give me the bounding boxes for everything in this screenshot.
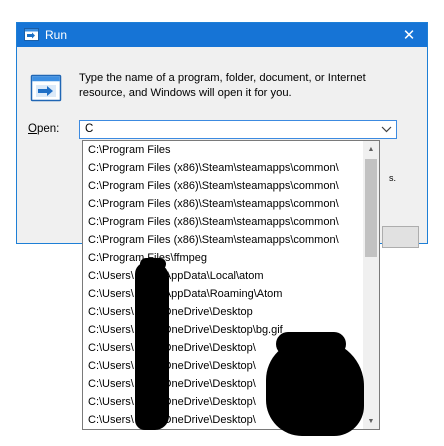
item-suffix: AppData\Local\atom: [163, 270, 264, 282]
item-suffix: AppData\Roaming\Atom: [163, 288, 283, 300]
partially-hidden-button[interactable]: [382, 226, 419, 248]
item-path: C:\Users\: [88, 270, 134, 282]
item-path: C:\Users\: [88, 306, 134, 318]
open-label: Open:: [28, 123, 59, 135]
item-path: C:\Users\: [88, 360, 134, 372]
item-suffix: \OneDrive\Desktop\bg.gif: [159, 324, 283, 336]
open-label-text: pen:: [36, 123, 60, 135]
open-combobox[interactable]: C: [79, 120, 397, 139]
item-path: C:\Users\: [88, 342, 134, 354]
item-path: C:\Users\: [88, 324, 134, 336]
redaction-mark-filenames-2: [276, 332, 346, 356]
run-program-icon: [30, 72, 62, 104]
list-item[interactable]: C:\Program Files (x86)\Steam\steamapps\c…: [83, 213, 364, 231]
scrollbar-thumb[interactable]: [365, 159, 377, 257]
item-path: C:\Program Files (x86)\Steam\steamapps\c…: [88, 180, 339, 192]
item-path: C:\Program Files (x86)\Steam\steamapps\c…: [88, 234, 339, 246]
vertical-scrollbar[interactable]: ▲ ▼: [363, 141, 379, 429]
list-item[interactable]: C:\Program Files (x86)\Steam\steamapps\c…: [83, 159, 364, 177]
close-button[interactable]: ✕: [391, 23, 427, 47]
chevron-up-icon: ▲: [367, 145, 375, 153]
title-bar[interactable]: Run ✕: [17, 23, 427, 47]
scroll-up-button[interactable]: ▲: [363, 141, 379, 157]
list-item[interactable]: C:\Users\ AppData\Local\atom: [83, 267, 364, 285]
item-suffix: \OneDrive\Desktop\: [159, 414, 256, 426]
close-icon: ✕: [402, 27, 416, 44]
item-path: C:\Program Files (x86)\Steam\steamapps\c…: [88, 198, 339, 210]
item-suffix: \OneDrive\Desktop\: [159, 360, 256, 372]
item-suffix: \OneDrive\Desktop\: [159, 378, 256, 390]
list-item[interactable]: C:\Program Files (x86)\Steam\steamapps\c…: [83, 177, 364, 195]
item-suffix: \OneDrive\Desktop\: [159, 342, 256, 354]
item-suffix: \OneDrive\Desktop\: [159, 396, 256, 408]
item-path: C:\Users\: [88, 378, 134, 390]
open-input[interactable]: C: [85, 123, 93, 135]
list-item[interactable]: C:\Program Files\ffmpeg: [83, 249, 364, 267]
list-item[interactable]: C:\Program Files (x86)\Steam\steamapps\c…: [83, 231, 364, 249]
item-path: C:\Users\: [88, 414, 134, 426]
list-item[interactable]: C:\Users\ AppData\Roaming\Atom: [83, 285, 364, 303]
item-path: C:\Users\: [88, 396, 134, 408]
list-item[interactable]: C:\Program Files (x86)\Steam\steamapps\c…: [83, 195, 364, 213]
chevron-down-icon[interactable]: [379, 122, 394, 137]
list-item[interactable]: C:\Program Files: [83, 141, 364, 159]
item-path: C:\Program Files: [88, 144, 171, 156]
scroll-down-button[interactable]: ▼: [363, 413, 379, 429]
dialog-description: Type the name of a program, folder, docu…: [79, 72, 366, 99]
window-title: Run: [45, 28, 68, 42]
item-path: C:\Program Files (x86)\Steam\steamapps\c…: [88, 162, 339, 174]
run-icon: [24, 28, 39, 41]
item-path: C:\Program Files (x86)\Steam\steamapps\c…: [88, 216, 339, 228]
redaction-mark-username-top: [140, 258, 166, 270]
open-label-accelerator: O: [28, 123, 37, 135]
item-suffix: \OneDrive\Desktop: [159, 306, 253, 318]
chevron-down-icon: ▼: [367, 417, 375, 425]
occluded-text: s.: [389, 173, 397, 183]
redaction-mark-username: [135, 262, 169, 430]
item-path: C:\Users\: [88, 288, 134, 300]
list-item[interactable]: C:\Users\ \OneDrive\Desktop: [83, 303, 364, 321]
